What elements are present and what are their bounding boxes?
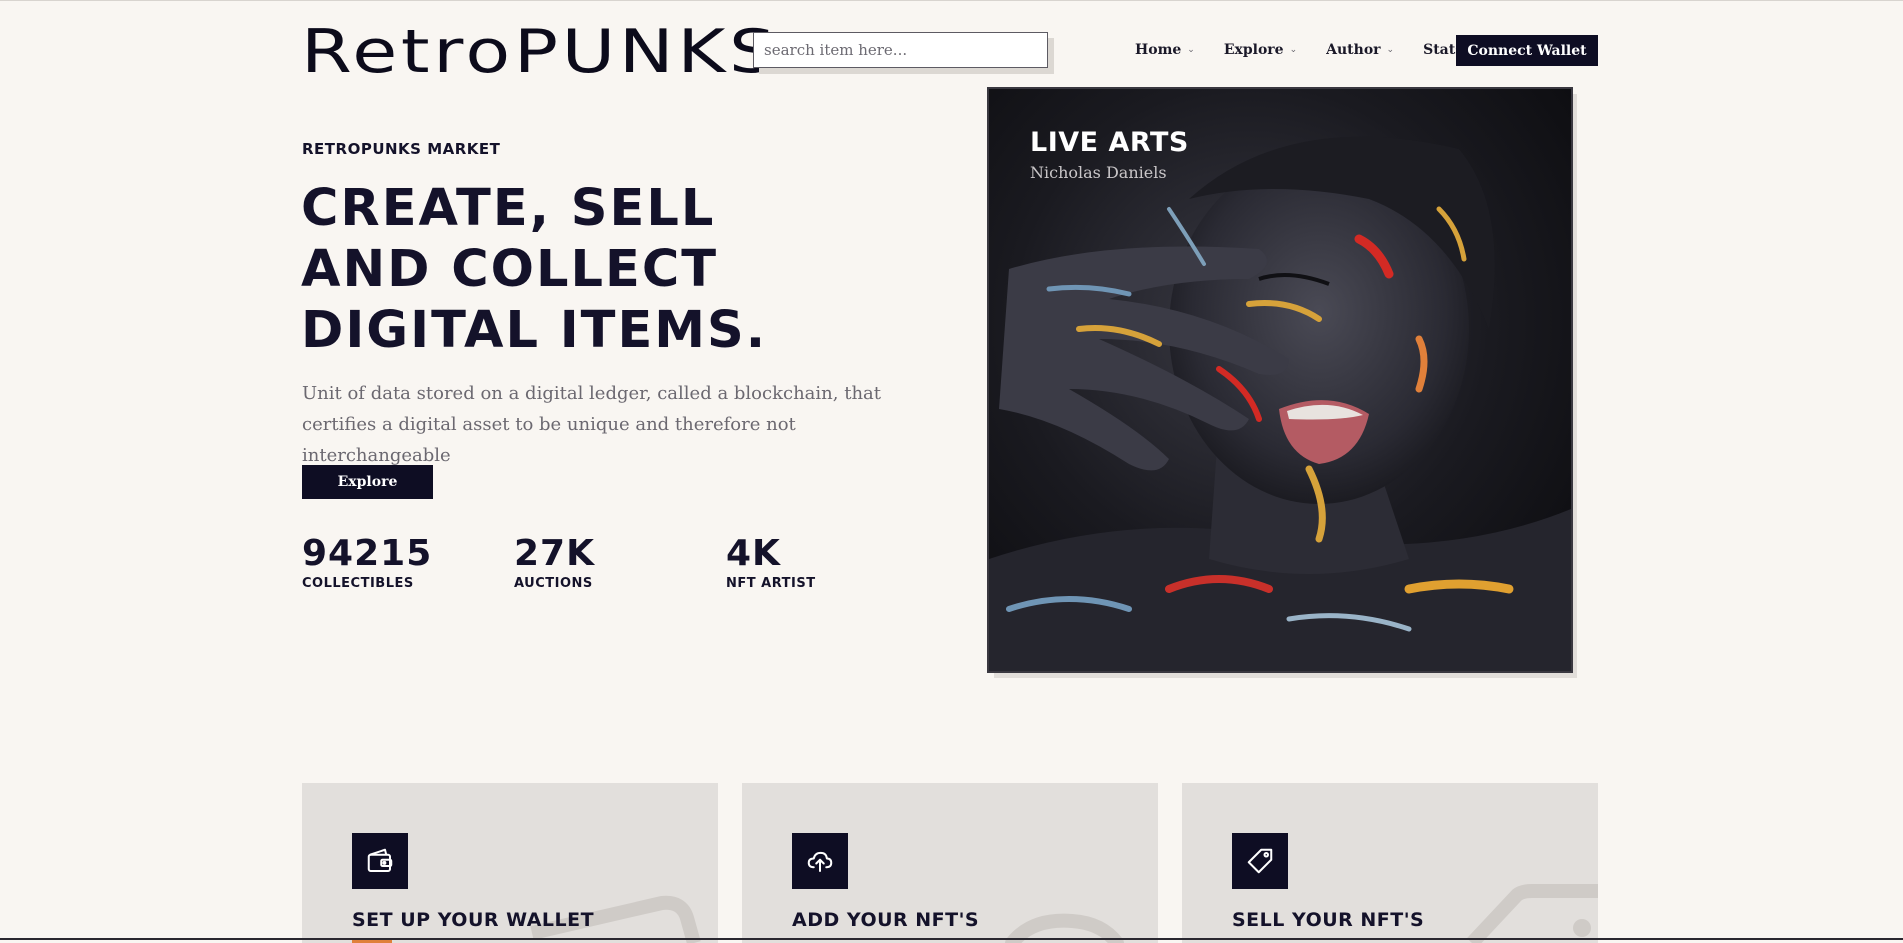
wallet-icon: [352, 833, 408, 889]
stat-collectibles: 94215 COLLECTIBLES: [302, 533, 433, 592]
connect-wallet-button[interactable]: Connect Wallet: [1456, 35, 1598, 66]
search-input[interactable]: [753, 32, 1048, 68]
stat-label: COLLECTIBLES: [302, 576, 414, 591]
featured-art-title: LIVE ARTS: [1030, 127, 1189, 158]
nav-label: Home: [1135, 42, 1182, 58]
chevron-down-icon: ⌄: [1386, 45, 1395, 55]
stat-label: NFT ARTIST: [726, 576, 816, 591]
stat-auctions: 27K AUCTIONS: [514, 533, 595, 592]
stat-label: AUCTIONS: [514, 576, 593, 591]
chevron-down-icon: ⌄: [1289, 45, 1298, 55]
nav-item-home[interactable]: Home ⌄: [1135, 40, 1195, 60]
nav-label: Explore: [1223, 42, 1284, 58]
cloud-upload-icon: [792, 833, 848, 889]
search-box: [753, 32, 1054, 74]
stat-nft-artist: 4K NFT ARTIST: [726, 533, 816, 592]
site-logo[interactable]: RetroPUNKS: [301, 22, 779, 82]
feature-card-sell-nft[interactable]: SELL YOUR NFT'S: [1182, 783, 1598, 943]
stat-value: 4K: [726, 533, 781, 574]
hero-description: Unit of data stored on a digital ledger,…: [302, 383, 881, 466]
hero-headline: CREATE, SELL AND COLLECT DIGITAL ITEMS.: [301, 179, 768, 360]
featured-art-card[interactable]: LIVE ARTS Nicholas Daniels: [987, 87, 1573, 673]
nav-label: Author: [1326, 42, 1381, 58]
stat-value: 94215: [302, 533, 433, 574]
explore-button[interactable]: Explore: [302, 465, 433, 499]
feature-card-wallet[interactable]: SET UP YOUR WALLET: [302, 783, 718, 943]
hero-eyebrow: RETROPUNKS MARKET: [302, 140, 501, 158]
top-border: [0, 0, 1903, 1]
stat-value: 27K: [514, 533, 595, 574]
tag-icon: [1232, 833, 1288, 889]
feature-title: SELL YOUR NFT'S: [1232, 909, 1425, 931]
feature-title: ADD YOUR NFT'S: [792, 909, 980, 931]
chevron-down-icon: ⌄: [1187, 45, 1195, 55]
feature-title: SET UP YOUR WALLET: [352, 909, 595, 931]
featured-art-author[interactable]: Nicholas Daniels: [1030, 163, 1167, 182]
nav-item-explore[interactable]: Explore ⌄: [1224, 40, 1297, 60]
nav-item-author[interactable]: Author ⌄: [1326, 40, 1394, 60]
feature-card-add-nft[interactable]: ADD YOUR NFT'S: [742, 783, 1158, 943]
main-nav: Home⌄ Explore⌄ Author⌄ Stats⌄: [1135, 40, 1477, 60]
